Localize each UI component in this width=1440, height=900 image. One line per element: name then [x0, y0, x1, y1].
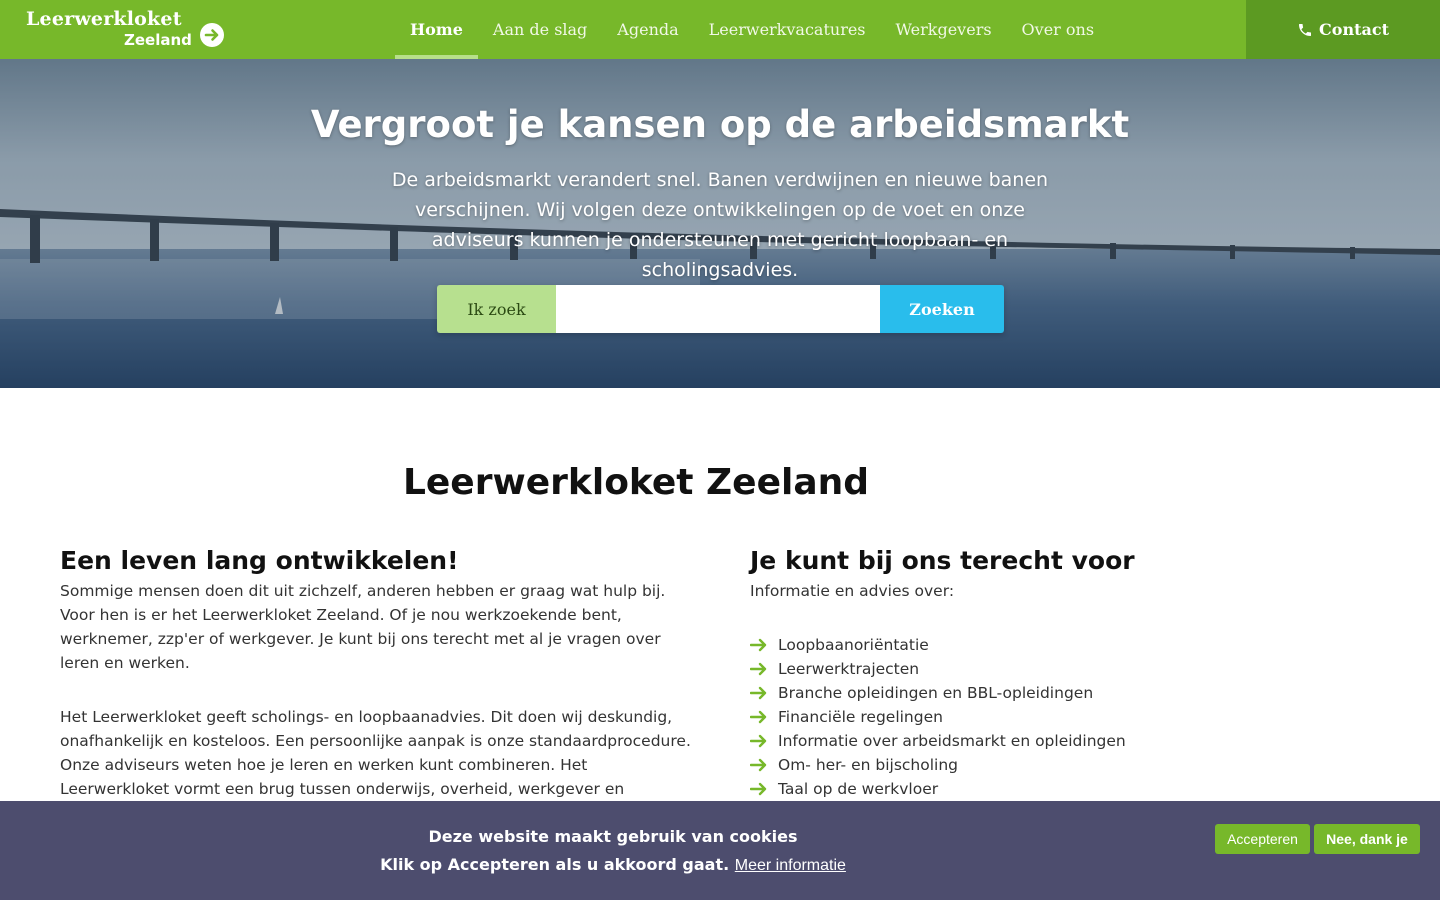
list-item: Branche opleidingen en BBL-opleidingen [750, 681, 1390, 705]
list-item-label: Informatie over arbeidsmarkt en opleidin… [778, 732, 1126, 750]
nav-item-agenda[interactable]: Agenda [602, 0, 693, 59]
nav-item-home[interactable]: Home [395, 0, 478, 59]
services-intro: Informatie en advies over: [750, 582, 955, 600]
list-item: Leerwerktrajecten [750, 657, 1390, 681]
list-item-label: Leerwerktrajecten [778, 660, 920, 678]
list-item: Informatie over arbeidsmarkt en opleidin… [750, 729, 1390, 753]
cookie-message-text: Klik op Accepteren als u akkoord gaat. [380, 855, 730, 874]
list-item-label: Branche opleidingen en BBL-opleidingen [778, 684, 1094, 702]
list-item-label: Financiële regelingen [778, 708, 943, 726]
nav-item-over-ons[interactable]: Over ons [1007, 0, 1110, 59]
nav-item-leerwerkvacatures[interactable]: Leerwerkvacatures [694, 0, 881, 59]
intro-paragraph-1: Sommige mensen doen dit uit zichzelf, an… [60, 582, 666, 672]
decline-cookies-button[interactable]: Nee, dank je [1314, 824, 1420, 854]
contact-label: Contact [1319, 20, 1389, 39]
search-label: Ik zoek [437, 285, 556, 333]
accept-cookies-button[interactable]: Accepteren [1215, 824, 1310, 854]
nav-item-werkgevers[interactable]: Werkgevers [881, 0, 1007, 59]
cookie-message-title: Deze website maakt gebruik van cookies [428, 827, 798, 846]
list-item-label: Om- her- en bijscholing [778, 756, 958, 774]
more-info-link[interactable]: Meer informatie [735, 857, 846, 874]
main-nav: Home Aan de slag Agenda Leerwerkvacature… [395, 0, 1109, 59]
list-item: Loopbaanoriëntatie [750, 633, 1390, 657]
arrow-right-icon [750, 782, 778, 796]
arrow-right-icon [750, 662, 778, 676]
search-bar: Ik zoek Zoeken [437, 285, 1004, 333]
logo-subtitle: Zeeland [124, 31, 192, 49]
services-column: Je kunt bij ons terecht voor Informatie … [750, 546, 1390, 801]
arrow-right-icon [750, 686, 778, 700]
list-item: Taal op de werkvloer [750, 777, 1390, 801]
services-heading: Je kunt bij ons terecht voor [750, 546, 1135, 575]
hero-title: Vergroot je kansen op de arbeidsmarkt [310, 103, 1130, 146]
search-input[interactable] [556, 285, 880, 333]
services-list: Loopbaanoriëntatie Leerwerktrajecten Bra… [750, 633, 1390, 801]
arrow-right-icon [750, 710, 778, 724]
list-item-label: Loopbaanoriëntatie [778, 636, 929, 654]
list-item: Om- her- en bijscholing [750, 753, 1390, 777]
nav-item-aan-de-slag[interactable]: Aan de slag [478, 0, 602, 59]
section-title: Leerwerkloket Zeeland [402, 462, 870, 503]
top-navigation-bar: Leerwerkloket Zeeland Home Aan de slag A… [0, 0, 1440, 59]
cookie-banner: Deze website maakt gebruik van cookies K… [0, 801, 1440, 900]
logo-title: Leerwerkloket [26, 8, 182, 30]
arrow-right-icon [750, 734, 778, 748]
arrow-right-icon [750, 758, 778, 772]
hero-description: De arbeidsmarkt verandert snel. Banen ve… [391, 169, 1049, 281]
list-item-label: Taal op de werkvloer [778, 780, 939, 798]
arrow-right-icon [750, 638, 778, 652]
hero-banner: Vergroot je kansen op de arbeidsmarkt De… [0, 59, 1440, 388]
list-item: Financiële regelingen [750, 705, 1390, 729]
arrow-circle-right-icon [200, 23, 224, 47]
contact-button[interactable]: Contact [1246, 0, 1440, 59]
phone-icon [1299, 23, 1312, 36]
intro-heading: Een leven lang ontwikkelen! [60, 546, 459, 575]
site-logo[interactable]: Leerwerkloket Zeeland [24, 8, 229, 52]
cookie-message: Klik op Accepteren als u akkoord gaat. M… [0, 855, 1226, 875]
search-button[interactable]: Zoeken [880, 285, 1004, 333]
